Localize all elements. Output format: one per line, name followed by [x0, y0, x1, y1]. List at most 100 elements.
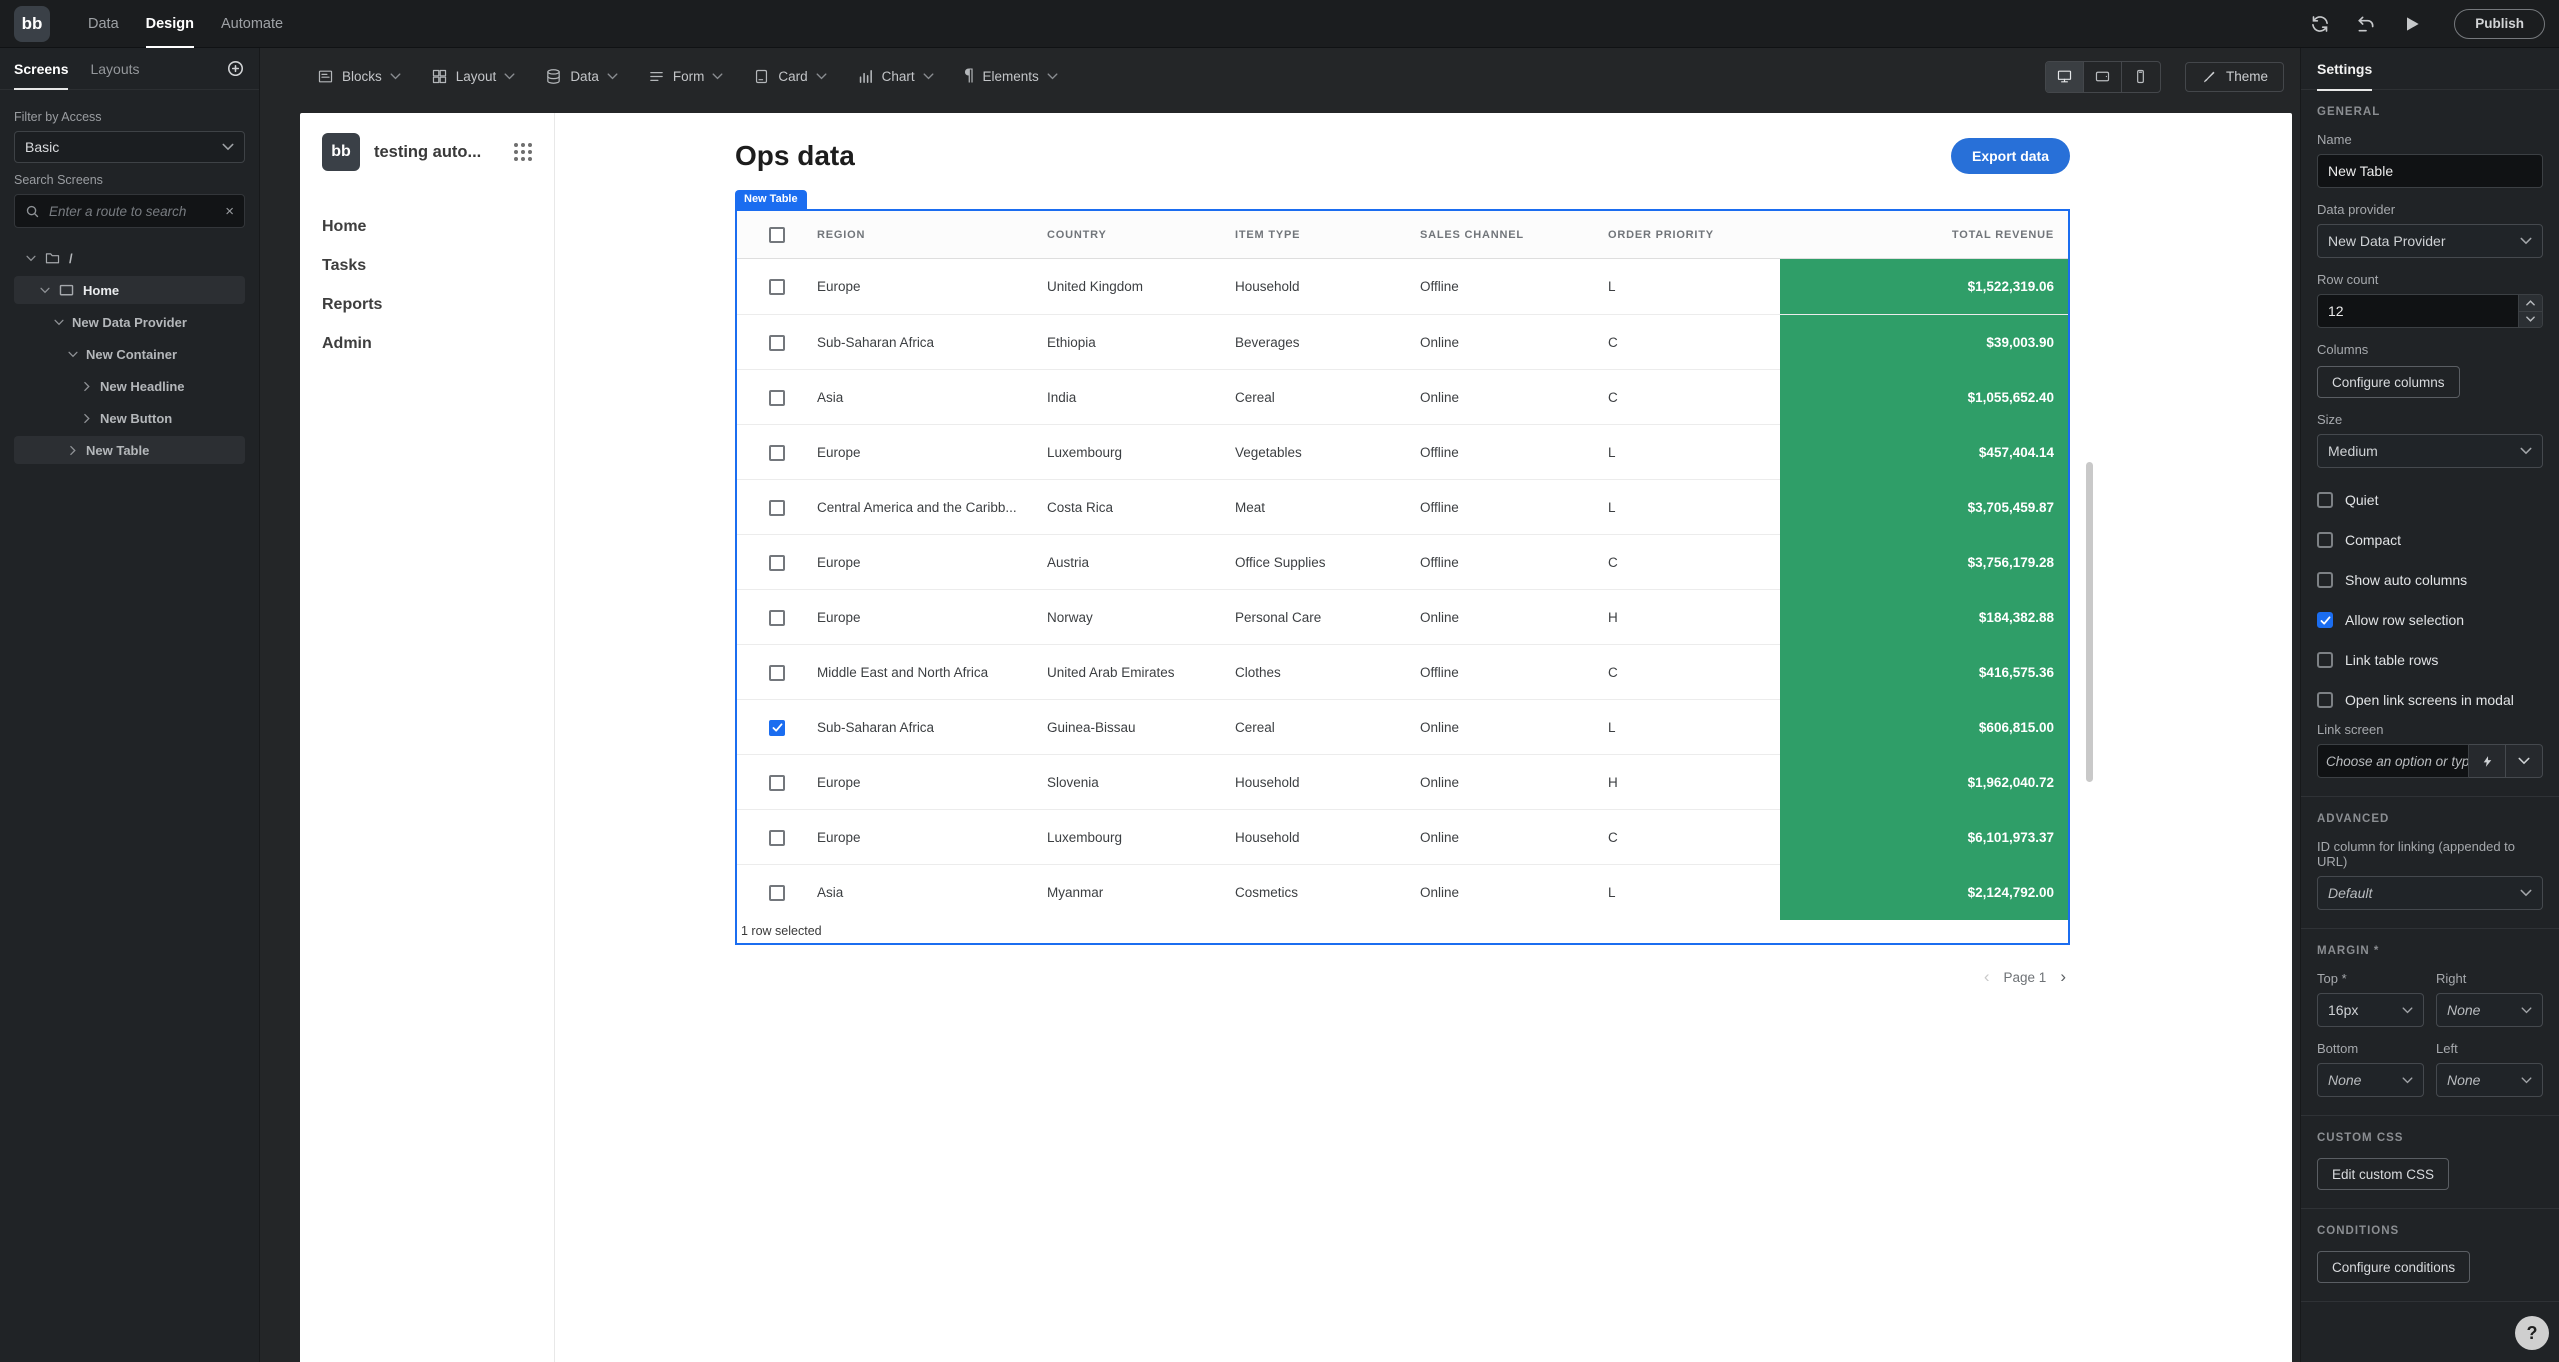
column-header-total-revenue[interactable]: TOTAL REVENUE [1780, 229, 2068, 241]
table-row[interactable]: Sub-Saharan AfricaEthiopiaBeveragesOnlin… [737, 314, 2068, 369]
toggle-link-table-rows[interactable]: Link table rows [2317, 652, 2543, 668]
row-checkbox[interactable] [737, 335, 817, 351]
table-row[interactable]: EuropeNorwayPersonal CareOnlineH$184,382… [737, 589, 2068, 644]
app-nav-item-home[interactable]: Home [322, 207, 532, 246]
size-select[interactable]: Medium [2317, 434, 2543, 468]
chevron-right-icon[interactable] [70, 445, 77, 455]
row-checkbox[interactable] [737, 885, 817, 901]
chevron-right-icon[interactable] [84, 381, 91, 391]
prev-page-button[interactable]: ‹ [1984, 967, 1990, 987]
row-count-stepper[interactable]: 12 [2317, 294, 2543, 328]
toolbar-item-layout[interactable]: Layout [431, 68, 516, 85]
next-page-button[interactable]: › [2060, 967, 2066, 987]
panel-tab-layouts[interactable]: Layouts [90, 48, 139, 90]
table-row[interactable]: AsiaIndiaCerealOnlineC$1,055,652.40 [737, 369, 2068, 424]
table-row[interactable]: EuropeAustriaOffice SuppliesOfflineC$3,7… [737, 534, 2068, 589]
column-header-order-priority[interactable]: ORDER PRIORITY [1608, 229, 1780, 241]
export-data-button[interactable]: Export data [1951, 138, 2070, 174]
toggle-open-link-screens-in-modal[interactable]: Open link screens in modal [2317, 692, 2543, 708]
table-row[interactable]: Sub-Saharan AfricaGuinea-BissauCerealOnl… [737, 699, 2068, 754]
configure-columns-button[interactable]: Configure columns [2317, 366, 2460, 398]
id-column-select[interactable]: Default [2317, 876, 2543, 910]
phone-preview-button[interactable] [2122, 62, 2160, 92]
table-row[interactable]: EuropeLuxembourgHouseholdOnlineC$6,101,9… [737, 809, 2068, 864]
drag-handle-icon[interactable] [514, 143, 532, 161]
stepper-up-icon[interactable] [2519, 295, 2542, 312]
help-button[interactable]: ? [2515, 1316, 2549, 1350]
table-row[interactable]: EuropeUnited KingdomHouseholdOfflineL$1,… [737, 259, 2068, 314]
row-checkbox[interactable] [737, 720, 817, 736]
checkbox[interactable] [2317, 532, 2333, 548]
row-checkbox[interactable] [737, 610, 817, 626]
tab-settings[interactable]: Settings [2317, 48, 2372, 90]
tree-item-new-data-provider[interactable]: New Data Provider [14, 308, 245, 336]
row-checkbox[interactable] [737, 279, 817, 295]
column-header-region[interactable]: REGION [817, 229, 1047, 241]
toggle-quiet[interactable]: Quiet [2317, 492, 2543, 508]
toolbar-item-chart[interactable]: Chart [857, 68, 934, 85]
stepper-down-icon[interactable] [2519, 312, 2542, 328]
toolbar-item-form[interactable]: Form [648, 68, 724, 85]
topbar-tab-design[interactable]: Design [146, 0, 194, 48]
table-row[interactable]: Middle East and North AfricaUnited Arab … [737, 644, 2068, 699]
app-nav-item-reports[interactable]: Reports [322, 285, 532, 324]
sync-icon[interactable] [2310, 14, 2330, 34]
play-icon[interactable] [2402, 14, 2422, 34]
toolbar-item-data[interactable]: Data [545, 68, 618, 85]
row-checkbox[interactable] [737, 555, 817, 571]
toolbar-item-card[interactable]: Card [753, 68, 826, 85]
topbar-tab-automate[interactable]: Automate [221, 0, 283, 48]
app-nav-item-admin[interactable]: Admin [322, 324, 532, 363]
theme-button[interactable]: Theme [2185, 62, 2284, 92]
app-nav-item-tasks[interactable]: Tasks [322, 246, 532, 285]
margin-right-select[interactable]: None [2436, 993, 2543, 1027]
toolbar-item-blocks[interactable]: Blocks [317, 68, 401, 85]
margin-top-select[interactable]: 16px [2317, 993, 2424, 1027]
margin-bottom-select[interactable]: None [2317, 1063, 2424, 1097]
clear-search-icon[interactable]: × [225, 204, 234, 219]
desktop-preview-button[interactable] [2046, 62, 2084, 92]
data-provider-select[interactable]: New Data Provider [2317, 224, 2543, 258]
chevron-down-icon[interactable] [68, 351, 78, 358]
toggle-show-auto-columns[interactable]: Show auto columns [2317, 572, 2543, 588]
checkbox[interactable] [2317, 492, 2333, 508]
row-checkbox[interactable] [737, 775, 817, 791]
toggle-compact[interactable]: Compact [2317, 532, 2543, 548]
chevron-down-icon[interactable] [40, 287, 50, 294]
table-row[interactable]: Central America and the Caribb...Costa R… [737, 479, 2068, 534]
undo-icon[interactable] [2356, 14, 2376, 34]
binding-bolt-icon[interactable] [2469, 744, 2506, 778]
row-checkbox[interactable] [737, 500, 817, 516]
row-checkbox[interactable] [737, 665, 817, 681]
table-row[interactable]: EuropeSloveniaHouseholdOnlineH$1,962,040… [737, 754, 2068, 809]
chevron-down-icon[interactable] [26, 255, 36, 262]
configure-conditions-button[interactable]: Configure conditions [2317, 1251, 2470, 1283]
chevron-down-icon[interactable] [54, 319, 64, 326]
budibase-logo[interactable]: bb [14, 6, 50, 42]
row-checkbox[interactable] [737, 830, 817, 846]
panel-tab-screens[interactable]: Screens [14, 48, 68, 90]
preview-scrollbar[interactable] [2086, 462, 2093, 782]
tree-item--[interactable]: / [14, 244, 245, 272]
tree-item-home[interactable]: Home [14, 276, 245, 304]
chevron-right-icon[interactable] [84, 413, 91, 423]
toolbar-item-elements[interactable]: ¶Elements [964, 68, 1058, 85]
access-filter-select[interactable]: Basic [14, 131, 245, 163]
row-checkbox[interactable] [737, 445, 817, 461]
screen-search-input[interactable]: Enter a route to search × [14, 194, 245, 228]
tree-item-new-headline[interactable]: New Headline [14, 372, 245, 400]
column-header-sales-channel[interactable]: SALES CHANNEL [1420, 229, 1608, 241]
table-row[interactable]: EuropeLuxembourgVegetablesOfflineL$457,4… [737, 424, 2068, 479]
tree-item-new-button[interactable]: New Button [14, 404, 245, 432]
checkbox[interactable] [2317, 612, 2333, 628]
checkbox[interactable] [2317, 572, 2333, 588]
topbar-tab-data[interactable]: Data [88, 0, 119, 48]
column-header-country[interactable]: COUNTRY [1047, 229, 1235, 241]
tree-item-new-container[interactable]: New Container [14, 340, 245, 368]
name-field[interactable]: New Table [2317, 154, 2543, 188]
toggle-allow-row-selection[interactable]: Allow row selection [2317, 612, 2543, 628]
tablet-preview-button[interactable] [2084, 62, 2122, 92]
publish-button[interactable]: Publish [2454, 9, 2545, 39]
margin-left-select[interactable]: None [2436, 1063, 2543, 1097]
tree-item-new-table[interactable]: New Table [14, 436, 245, 464]
